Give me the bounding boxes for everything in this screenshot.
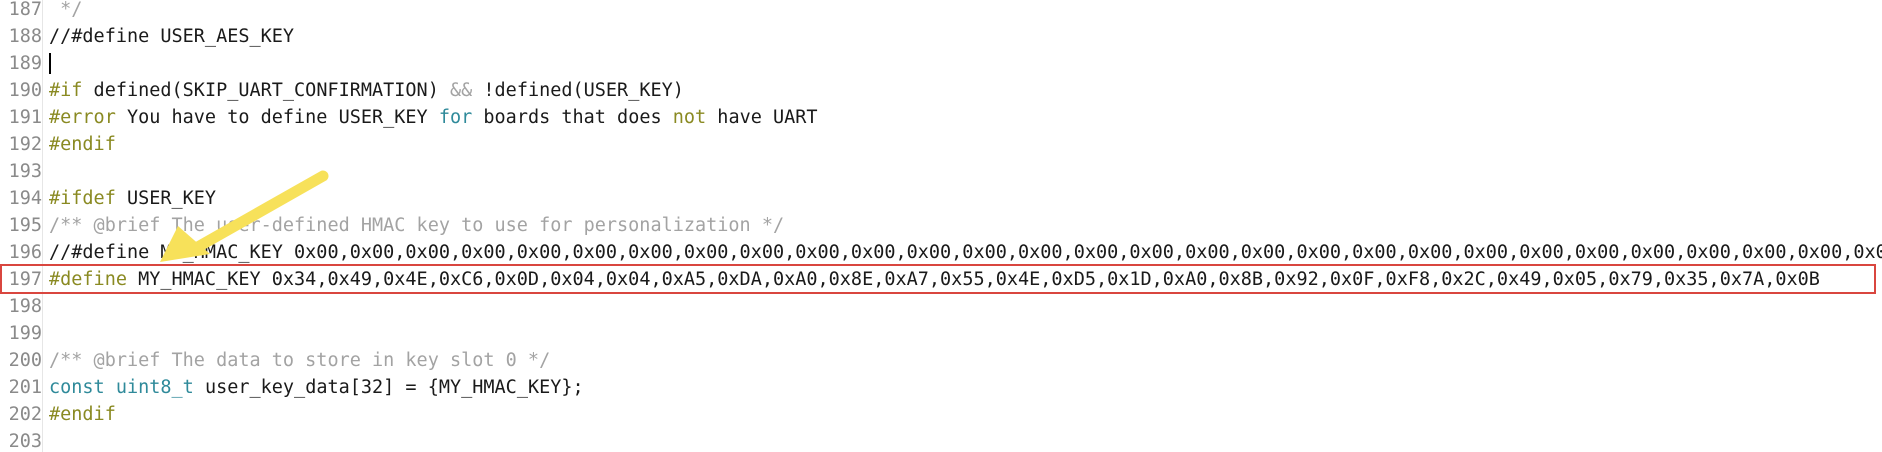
code-token: not [672, 107, 707, 128]
code-text: //#define USER_AES_KEY [49, 23, 294, 50]
code-token: boards that does [472, 107, 673, 128]
code-line[interactable]: 190 #if defined(SKIP_UART_CONFIRMATION) &… [0, 77, 1882, 104]
code-token: /** @brief The data to store in key slot… [49, 350, 551, 371]
line-number: 188 [0, 23, 43, 50]
code-line[interactable]: 192 #endif [0, 131, 1882, 158]
code-token: //#define USER_AES_KEY [49, 26, 295, 47]
code-line[interactable]: 191 #error You have to define USER_KEY fo… [0, 104, 1882, 131]
code-line[interactable]: 197 #define MY_HMAC_KEY 0x34,0x49,0x4E,0x… [0, 266, 1882, 293]
text-caret [49, 53, 51, 74]
code-line[interactable]: 200 /** @brief The data to store in key s… [0, 347, 1882, 374]
code-text: /** @brief The data to store in key slot… [49, 347, 550, 374]
line-number: 199 [0, 320, 43, 347]
code-text: #if defined(SKIP_UART_CONFIRMATION) && !… [49, 77, 684, 104]
code-token: #endif [49, 404, 116, 425]
line-number: 195 [0, 212, 43, 239]
code-token: */ [49, 0, 83, 20]
code-text: #error You have to define USER_KEY for b… [49, 104, 818, 131]
code-line[interactable]: 201 const uint8_t user_key_data[32] = {MY… [0, 374, 1882, 401]
line-number: 201 [0, 374, 43, 401]
line-number: 189 [0, 50, 43, 77]
code-token: have UART [706, 107, 818, 128]
code-line[interactable]: 202 #endif [0, 401, 1882, 428]
code-token: user_key_data[32] = {MY_HMAC_KEY}; [193, 377, 584, 398]
code-text: /** @brief The user-defined HMAC key to … [49, 212, 784, 239]
code-line[interactable]: 189 [0, 50, 1882, 77]
line-number: 200 [0, 347, 43, 374]
code-line[interactable]: 193 [0, 158, 1882, 185]
code-line[interactable]: 196 //#define MY_HMAC_KEY 0x00,0x00,0x00,… [0, 239, 1882, 266]
code-line[interactable]: 203 [0, 428, 1882, 452]
code-token: //#define MY_HMAC_KEY 0x00,0x00,0x00,0x0… [49, 242, 1882, 263]
code-text: //#define MY_HMAC_KEY 0x00,0x00,0x00,0x0… [49, 239, 1882, 266]
code-token: for [438, 107, 473, 128]
line-number: 193 [0, 158, 43, 185]
code-token: USER_KEY [115, 188, 217, 209]
code-text: #ifdef USER_KEY [49, 185, 216, 212]
code-token: #endif [49, 134, 116, 155]
line-number: 192 [0, 131, 43, 158]
line-number: 197 [0, 266, 43, 293]
code-token: #define [49, 269, 127, 290]
code-line[interactable]: 195 /** @brief The user-defined HMAC key … [0, 212, 1882, 239]
code-token: /** @brief The user-defined HMAC key to … [49, 215, 785, 236]
code-text: const uint8_t user_key_data[32] = {MY_HM… [49, 374, 584, 401]
code-token: !defined(USER_KEY) [472, 80, 684, 101]
code-line[interactable]: 188 //#define USER_AES_KEY [0, 23, 1882, 50]
line-number: 187 [0, 0, 43, 23]
code-text: */ [49, 0, 82, 23]
code-token: uint8_t [115, 377, 194, 398]
code-line[interactable]: 187 */ [0, 0, 1882, 23]
code-token: && [449, 80, 473, 101]
code-token: #error [49, 107, 116, 128]
line-number: 203 [0, 428, 43, 452]
line-number: 196 [0, 239, 43, 266]
code-text: #endif [49, 131, 116, 158]
code-editor[interactable]: 187 */188//#define USER_AES_KEY 189 190 #if… [0, 0, 1882, 452]
line-number: 198 [0, 293, 43, 320]
line-number: 191 [0, 104, 43, 131]
code-line[interactable]: 199 [0, 320, 1882, 347]
line-number: 202 [0, 401, 43, 428]
code-text: #endif [49, 401, 116, 428]
line-number: 190 [0, 77, 43, 104]
code-line[interactable]: 194 #ifdef USER_KEY [0, 185, 1882, 212]
code-token: #if [49, 80, 83, 101]
code-token: You have to define USER_KEY [115, 107, 439, 128]
code-token: const [49, 377, 105, 398]
code-token: #ifdef [49, 188, 116, 209]
code-text: #define MY_HMAC_KEY 0x34,0x49,0x4E,0xC6,… [49, 266, 1820, 293]
line-number: 194 [0, 185, 43, 212]
code-line[interactable]: 198 [0, 293, 1882, 320]
code-token: defined(SKIP_UART_CONFIRMATION) [82, 80, 450, 101]
code-token: MY_HMAC_KEY 0x34,0x49,0x4E,0xC6,0x0D,0x0… [126, 269, 1820, 290]
